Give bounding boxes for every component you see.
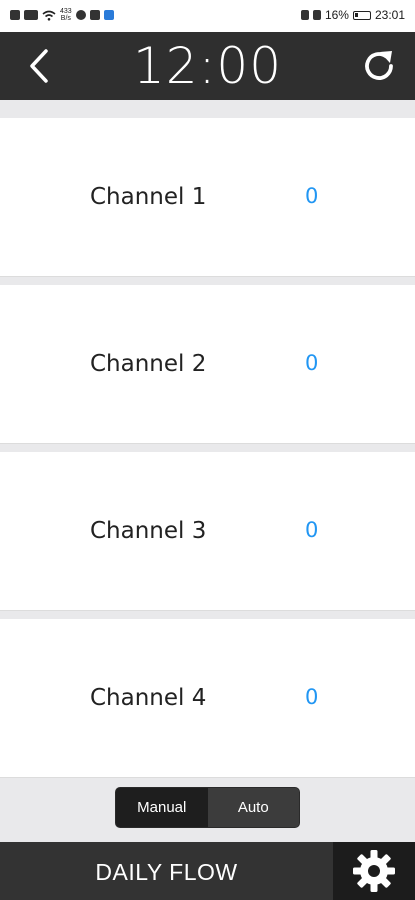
refresh-button[interactable] — [357, 44, 401, 88]
auto-mode-button[interactable]: Auto — [207, 788, 299, 827]
bottom-bar-title: DAILY FLOW — [95, 859, 238, 885]
status-bar: 433 B/s 16% 23:01 — [0, 0, 415, 32]
manual-mode-button[interactable]: Manual — [116, 788, 208, 827]
vibrate-icon — [300, 10, 309, 20]
channel-label: Channel 4 — [90, 685, 207, 711]
status-time: 23:01 — [374, 8, 405, 22]
status-left-icons: 433 B/s — [10, 8, 114, 22]
channel-card-4[interactable]: Channel 4 0 — [0, 619, 415, 778]
channel-label: Channel 1 — [90, 184, 207, 210]
mode-toggle: Manual Auto — [116, 788, 299, 827]
battery-percent: 16% — [324, 8, 349, 22]
data-rate-value: 433 — [60, 8, 72, 15]
signal-icon — [24, 10, 38, 20]
channel-value: 0 — [305, 351, 319, 375]
nfc-icon — [89, 10, 100, 20]
channel-label: Channel 2 — [90, 351, 207, 377]
channel-card-3[interactable]: Channel 3 0 — [0, 452, 415, 611]
channel-value: 0 — [305, 518, 319, 542]
channel-list: Channel 1 0 Channel 2 0 Channel 3 0 Chan… — [0, 118, 415, 786]
refresh-icon — [365, 51, 393, 80]
gear-icon — [353, 850, 395, 892]
channel-label: Channel 3 — [90, 518, 207, 544]
settings-button[interactable] — [333, 842, 415, 900]
status-right-icons: 16% 23:01 — [300, 8, 405, 22]
channel-value: 0 — [305, 184, 319, 208]
nfc-status-icon — [312, 10, 321, 20]
clock-display: 12:00 — [132, 37, 283, 95]
notification-icon — [10, 10, 20, 20]
data-rate: 433 B/s — [60, 8, 72, 22]
channel-card-2[interactable]: Channel 2 0 — [0, 285, 415, 444]
battery-icon — [352, 10, 371, 20]
top-header: 12:00 — [0, 32, 415, 100]
wifi-icon — [42, 10, 56, 21]
eye-icon — [75, 10, 86, 20]
data-rate-unit: B/s — [60, 15, 71, 22]
bottom-bar: DAILY FLOW — [0, 842, 415, 900]
channel-value: 0 — [305, 685, 319, 709]
shield-icon — [103, 10, 114, 20]
channel-card-1[interactable]: Channel 1 0 — [0, 118, 415, 277]
